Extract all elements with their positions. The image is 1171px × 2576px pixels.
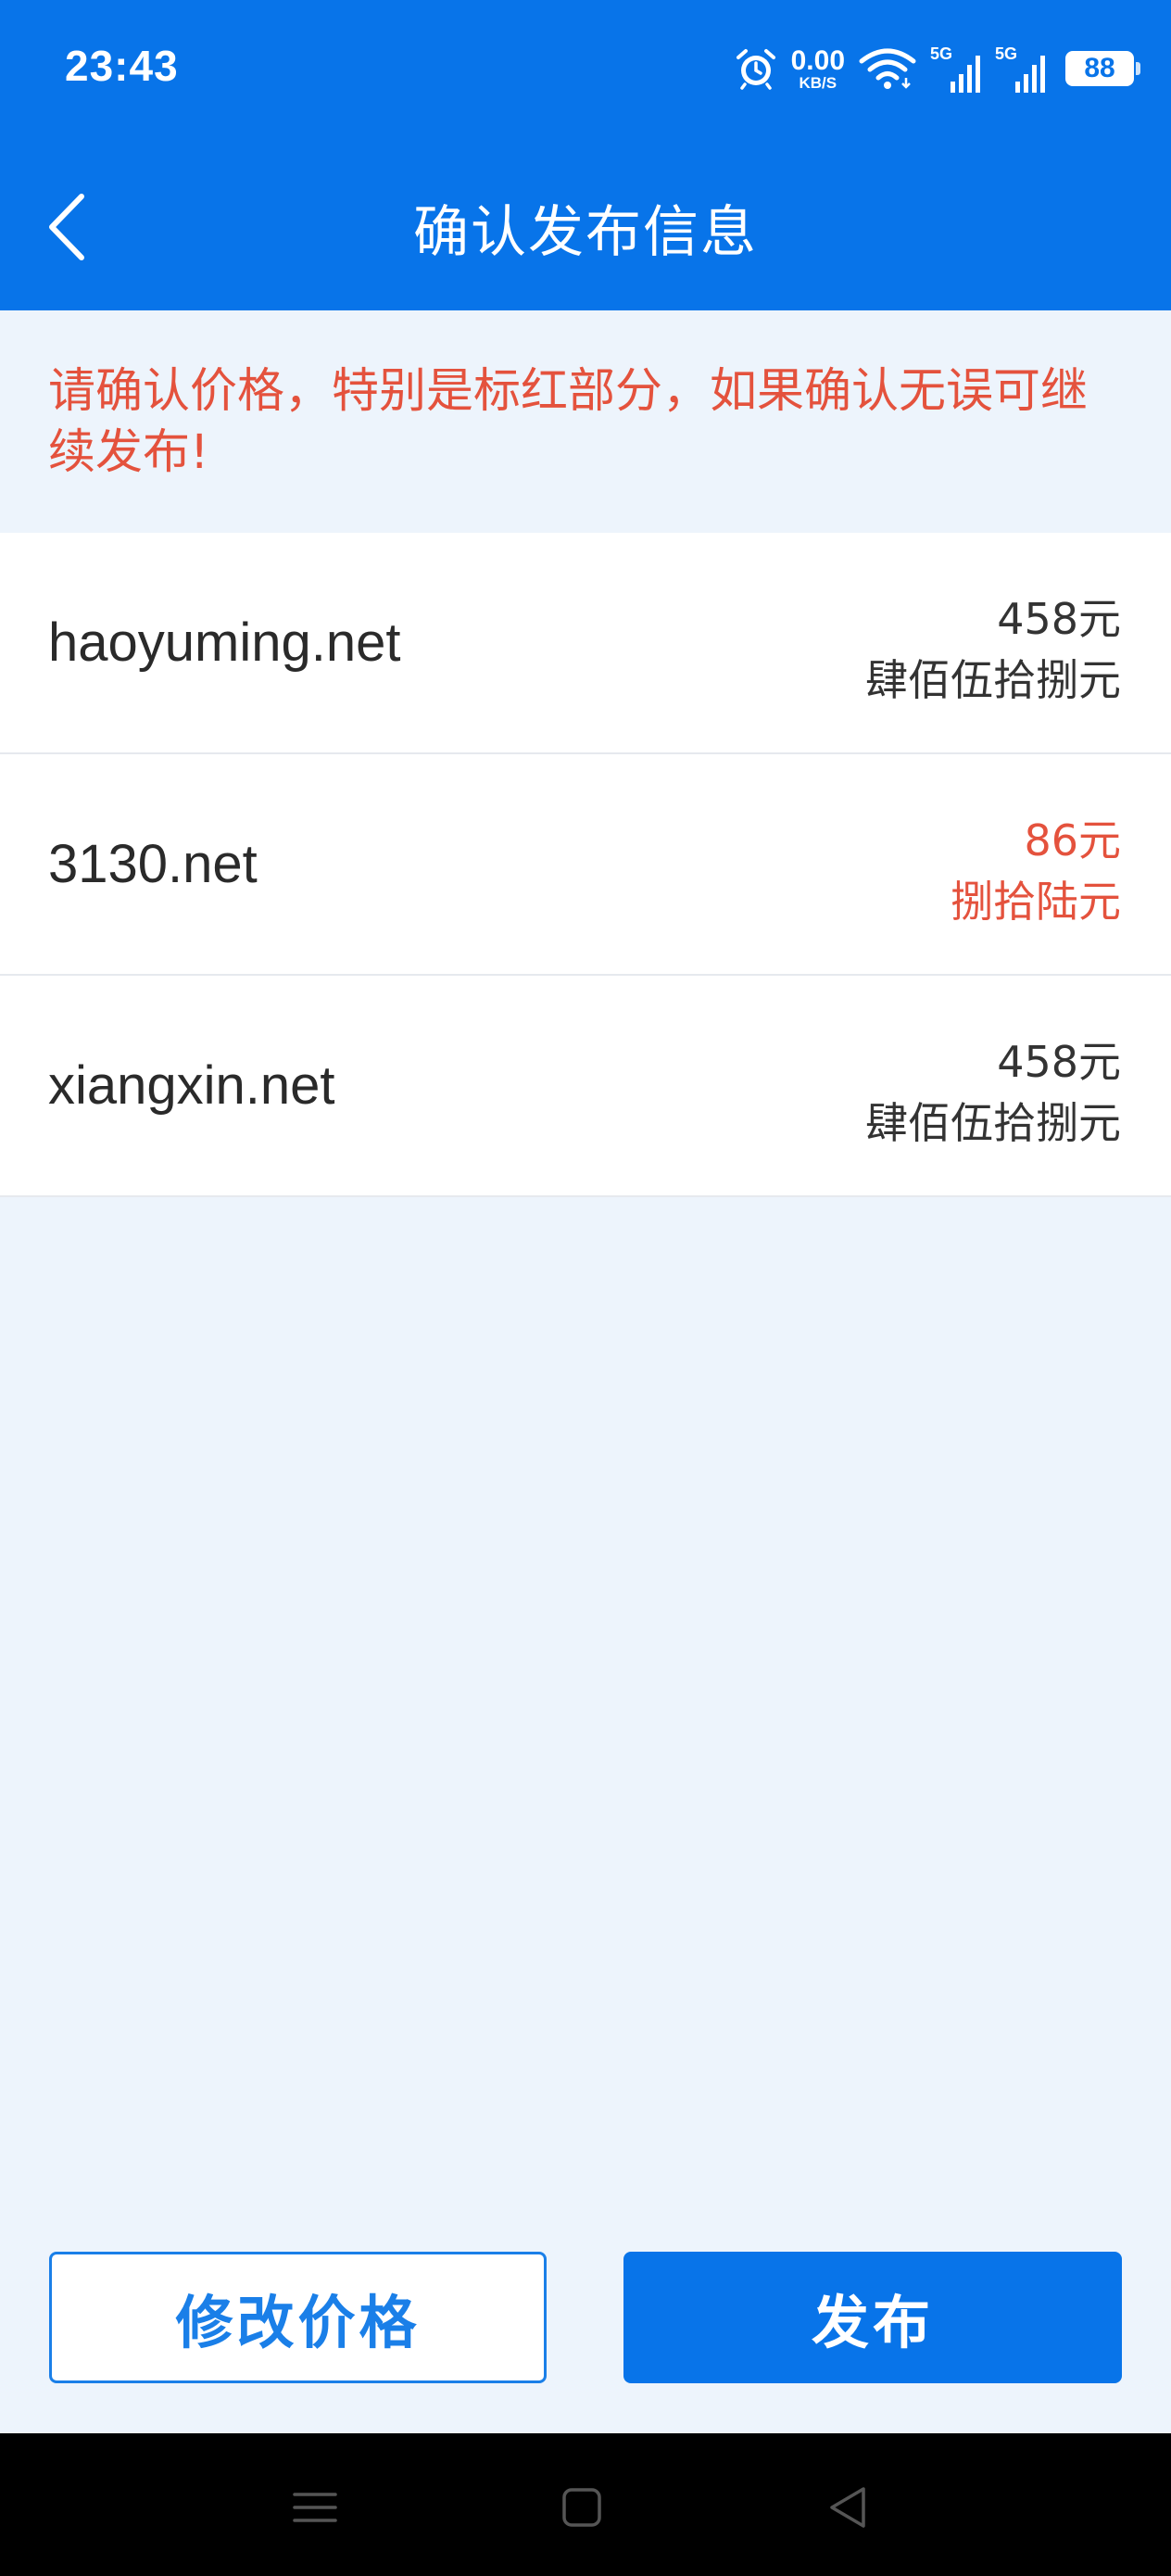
price-chinese: 肆佰伍拾捌元: [865, 655, 1121, 705]
signal-bars-icon: [951, 56, 980, 93]
net-speed: 0.00 KB/S: [790, 44, 845, 92]
net-speed-value: 0.00: [790, 44, 845, 76]
modify-price-button[interactable]: 修改价格: [49, 2252, 547, 2383]
battery-icon: 88: [1065, 51, 1140, 86]
screen: 23:43 0.00 KB/S 5G 5G 88 确认发布信息 请确认价格，特别…: [0, 0, 1171, 2576]
price-value: 86元: [1024, 815, 1121, 865]
menu-icon[interactable]: [287, 2480, 343, 2535]
system-nav-bar: [0, 2433, 1171, 2576]
signal-2-tag: 5G: [995, 44, 1018, 63]
net-speed-unit: KB/S: [799, 73, 837, 92]
list-item: 3130.net 86元 捌拾陆元: [0, 754, 1171, 976]
status-time: 23:43: [65, 42, 179, 90]
alarm-icon: [736, 49, 775, 90]
price-confirm-notice: 请确认价格，特别是标红部分，如果确认无误可继续发布!: [0, 310, 1171, 533]
nav-bar: 确认发布信息: [0, 139, 1171, 310]
signal-icon-2: 5G: [995, 44, 1047, 93]
battery-level: 88: [1084, 53, 1115, 83]
status-bar: 23:43 0.00 KB/S 5G 5G 88: [0, 0, 1171, 139]
publish-button[interactable]: 发布: [623, 2252, 1122, 2383]
back-triangle-icon[interactable]: [821, 2480, 876, 2535]
signal-icon-1: 5G: [930, 44, 982, 93]
wifi-icon: [859, 48, 916, 89]
list-item: xiangxin.net 458元 肆佰伍拾捌元: [0, 976, 1171, 1197]
price-value: 458元: [997, 594, 1121, 644]
page-title: 确认发布信息: [413, 200, 758, 265]
price-value: 458元: [997, 1037, 1121, 1087]
list-item: haoyuming.net 458元 肆佰伍拾捌元: [0, 533, 1171, 754]
domain-list: haoyuming.net 458元 肆佰伍拾捌元 3130.net 86元 捌…: [0, 533, 1171, 1197]
price-block: 458元 肆佰伍拾捌元: [865, 1031, 1121, 1154]
price-block: 86元 捌拾陆元: [951, 810, 1121, 932]
domain-name: xiangxin.net: [48, 1055, 335, 1116]
price-chinese: 肆佰伍拾捌元: [865, 1098, 1121, 1148]
signal-bars-icon: [1015, 56, 1045, 93]
signal-1-tag: 5G: [930, 44, 953, 63]
status-icons: 0.00 KB/S 5G 5G 88: [734, 41, 1140, 96]
home-icon[interactable]: [554, 2480, 610, 2535]
domain-name: 3130.net: [48, 834, 258, 894]
price-block: 458元 肆佰伍拾捌元: [865, 588, 1121, 711]
domain-name: haoyuming.net: [48, 612, 401, 673]
price-chinese: 捌拾陆元: [951, 877, 1121, 927]
